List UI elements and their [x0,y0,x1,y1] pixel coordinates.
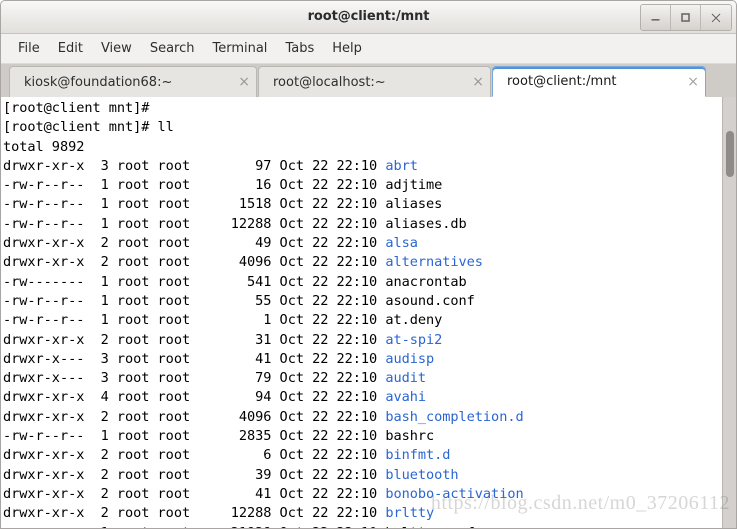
menu-item-terminal[interactable]: Terminal [203,38,276,59]
scrollbar-thumb[interactable] [726,131,734,177]
terminal-body: [root@client mnt]# [root@client mnt]# ll… [1,97,736,528]
tab-root-localhost[interactable]: root@localhost:~ × [258,66,491,97]
menu-item-help[interactable]: Help [323,38,371,59]
terminal-output-area[interactable]: [root@client mnt]# [root@client mnt]# ll… [1,97,722,528]
terminal-window: root@client:/mnt File Edit View Search T… [0,0,737,529]
window-title: root@client:/mnt [307,9,430,24]
tab-root-client-mnt[interactable]: root@client:/mnt × [492,66,706,97]
tab-label: kiosk@foundation68:~ [24,74,173,90]
title-bar: root@client:/mnt [1,1,736,34]
terminal-scrollbar[interactable] [722,97,736,528]
menu-item-file[interactable]: File [9,38,49,59]
tab-label: root@client:/mnt [507,74,617,89]
menu-item-view[interactable]: View [92,38,141,59]
close-button[interactable] [701,5,731,30]
tab-label: root@localhost:~ [273,74,386,90]
menu-item-tabs[interactable]: Tabs [276,38,323,59]
menu-bar: File Edit View Search Terminal Tabs Help [1,34,736,64]
minimize-button[interactable] [641,5,671,30]
tab-bar: kiosk@foundation68:~ × root@localhost:~ … [1,64,736,97]
maximize-button[interactable] [671,5,701,30]
window-controls [640,4,732,31]
menu-item-edit[interactable]: Edit [49,38,92,59]
terminal-text: [root@client mnt]# [root@client mnt]# ll… [3,100,524,528]
tab-kiosk-foundation68[interactable]: kiosk@foundation68:~ × [9,66,257,97]
menu-item-search[interactable]: Search [141,38,204,59]
tab-close-icon[interactable]: × [661,75,699,89]
tab-close-icon[interactable]: × [446,75,484,89]
tab-close-icon[interactable]: × [212,75,250,89]
